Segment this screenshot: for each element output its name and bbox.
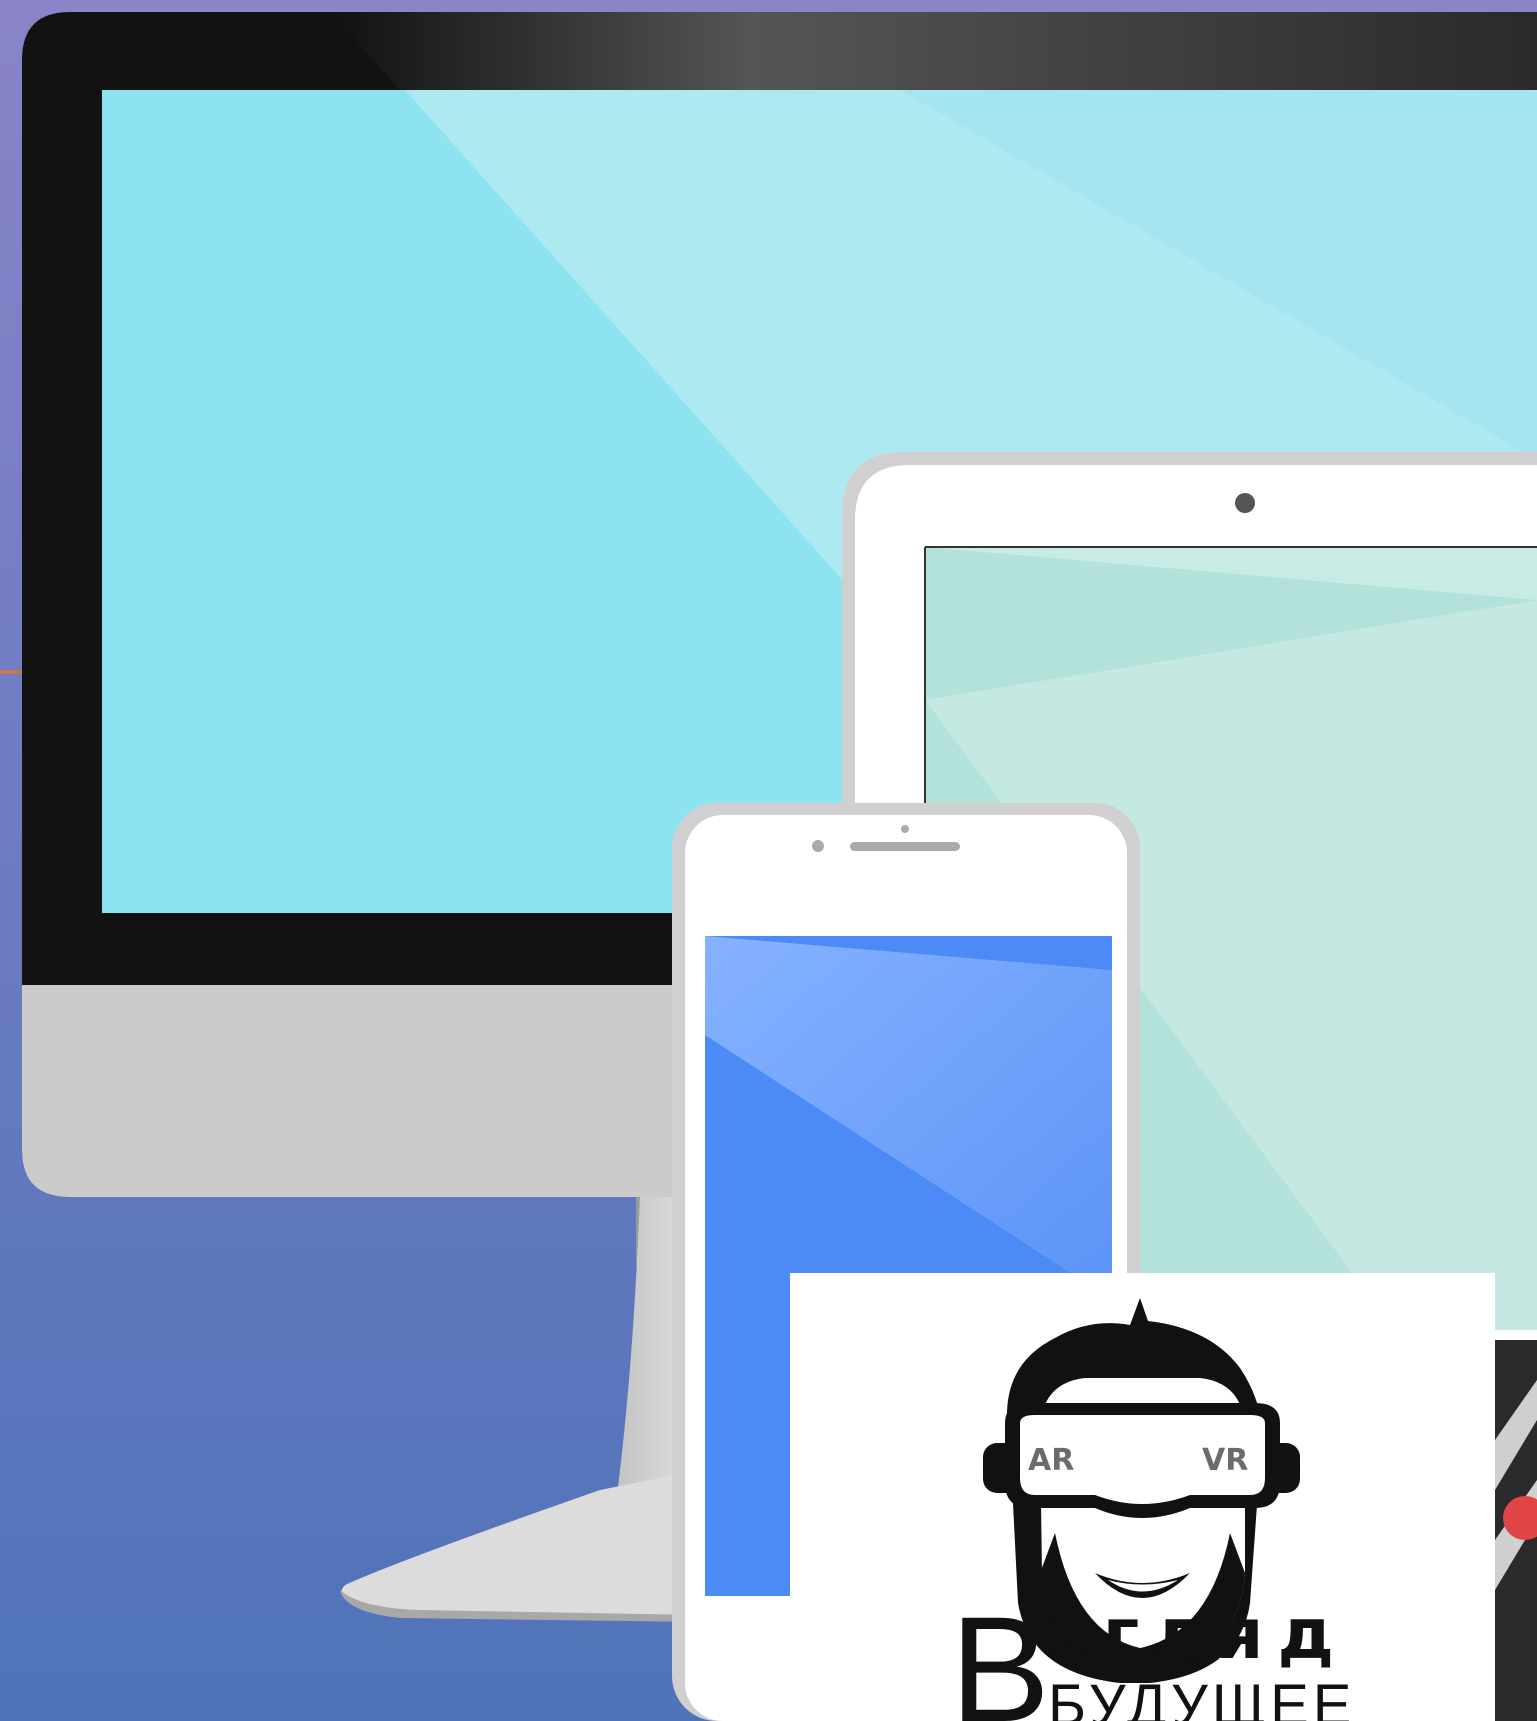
wordmark-top: згляд — [1048, 1593, 1348, 1675]
wordmark-initial: В — [950, 1585, 1050, 1721]
goggle-label-vr: VR — [1202, 1443, 1248, 1478]
vr-headset-face-icon: AR VR В згляд БУДУЩЕЕ — [950, 1298, 1356, 1721]
goggle-label-ar: AR — [1028, 1443, 1074, 1478]
phone-speaker-icon — [812, 840, 824, 852]
laptop-edge — [1495, 1340, 1537, 1721]
tablet-camera-icon — [1235, 493, 1255, 513]
illustration-stage: AR VR В згляд БУДУЩЕЕ — [0, 0, 1537, 1721]
logo-card: AR VR В згляд БУДУЩЕЕ — [790, 1273, 1495, 1721]
wordmark-bottom: БУДУЩЕЕ — [1048, 1673, 1356, 1721]
